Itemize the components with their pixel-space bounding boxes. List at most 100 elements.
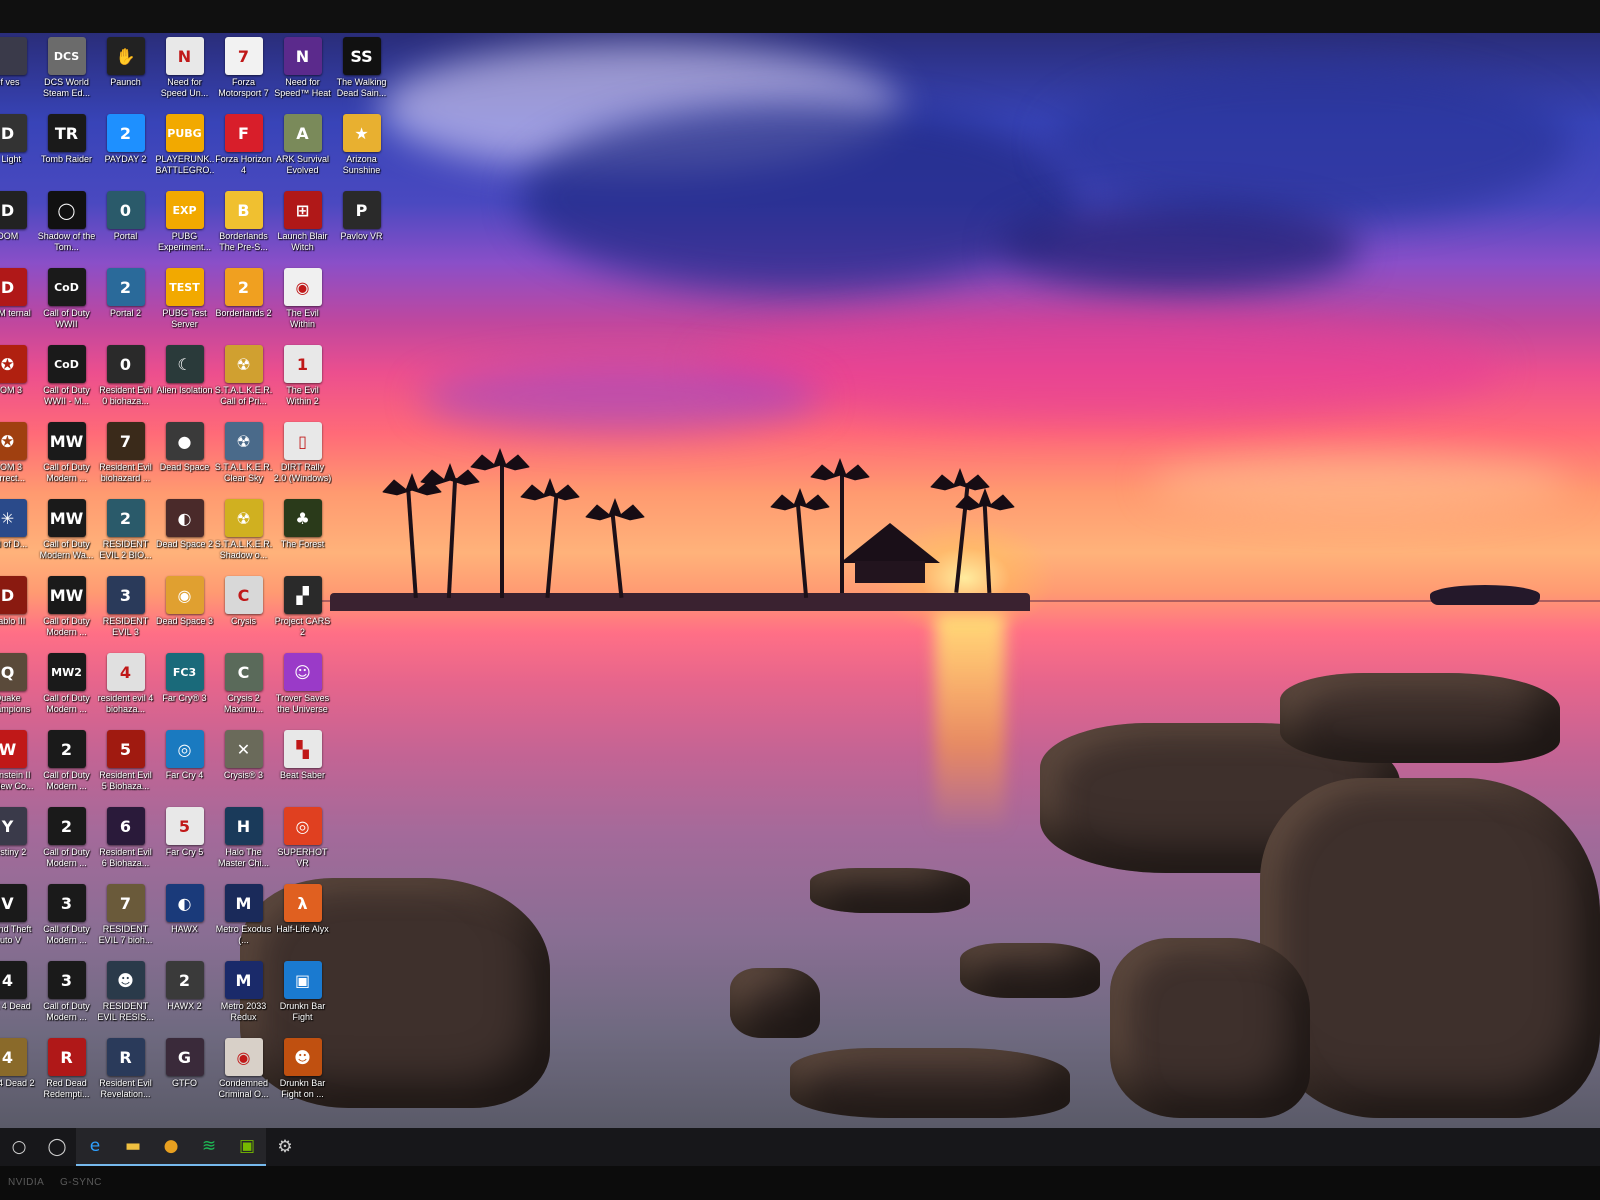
desktop-icon[interactable]: ◎ SUPERHOT VR — [273, 803, 332, 880]
desktop-icon[interactable]: 2 Call of Duty Modern ... — [37, 726, 96, 803]
desktop-icon[interactable]: 2 PAYDAY 2 — [96, 110, 155, 187]
desktop-icon[interactable]: ★ Arizona Sunshine — [332, 110, 391, 187]
desktop-icon[interactable]: D OOM ternal — [0, 264, 37, 341]
desktop-icon[interactable]: ▚ Beat Saber — [273, 726, 332, 803]
taskbar-spotify-button[interactable]: ≋ — [190, 1128, 228, 1166]
desktop-icon[interactable]: 7 Resident Evil biohazard ... — [96, 418, 155, 495]
desktop-icon[interactable]: ◉ Dead Space 3 — [155, 572, 214, 649]
desktop-icon[interactable]: F Forza Horizon 4 — [214, 110, 273, 187]
desktop-icon[interactable]: 0 Resident Evil 0 biohaza... — [96, 341, 155, 418]
taskbar-edge-button[interactable]: e — [76, 1128, 114, 1166]
desktop-icon[interactable]: ◎ Far Cry 4 — [155, 726, 214, 803]
desktop-icon[interactable]: ☻ RESIDENT EVIL RESIS... — [96, 957, 155, 1034]
taskbar-file-explorer-button[interactable]: ▬ — [114, 1128, 152, 1166]
desktop-icon[interactable]: R Red Dead Redempti... — [37, 1034, 96, 1111]
desktop-icon[interactable]: C Crysis — [214, 572, 273, 649]
desktop-icon[interactable]: CoD Call of Duty WWII - M... — [37, 341, 96, 418]
rock — [960, 943, 1100, 998]
desktop-icon[interactable]: 3 Call of Duty Modern ... — [37, 880, 96, 957]
desktop-icon[interactable]: 7 Forza Motorsport 7 — [214, 33, 273, 110]
desktop-icon[interactable]: TR Tomb Raider — [37, 110, 96, 187]
desktop-icon[interactable]: N Need for Speed™ Heat — [273, 33, 332, 110]
desktop-icon[interactable]: MW Call of Duty Modern Wa... — [37, 495, 96, 572]
desktop-icon[interactable]: ♣ The Forest — [273, 495, 332, 572]
desktop-icon[interactable]: 4 resident evil 4 biohaza... — [96, 649, 155, 726]
desktop-icon[interactable]: ▯ DIRT Rally 2.0 (Windows) — [273, 418, 332, 495]
desktop-icon[interactable]: ● Dead Space — [155, 418, 214, 495]
taskbar-start-button[interactable]: ○ — [0, 1128, 38, 1166]
desktop-icon[interactable]: Y Destiny 2 — [0, 803, 37, 880]
desktop-icon[interactable]: ▣ Drunkn Bar Fight — [273, 957, 332, 1034]
desktop-icon[interactable]: P Pavlov VR — [332, 187, 391, 264]
desktop-icon[interactable]: ✪OOM 3 surrect... — [0, 418, 37, 495]
taskbar-settings-button[interactable]: ⚙ — [266, 1128, 304, 1166]
desktop-icon[interactable]: A ARK Survival Evolved — [273, 110, 332, 187]
desktop-icon[interactable]: MW2 Call of Duty Modern ... — [37, 649, 96, 726]
desktop-icon[interactable]: 2 Borderlands 2 — [214, 264, 273, 341]
desktop-icon[interactable]: VGrand Theft Auto V — [0, 880, 37, 957]
desktop-icon[interactable]: PUBG PLAYERUNK... BATTLEGRO... — [155, 110, 214, 187]
desktop-icon[interactable]: ⊞ Launch Blair Witch — [273, 187, 332, 264]
desktop-icon-label: Paunch — [110, 77, 141, 87]
desktop-icon[interactable]: D Diablo III — [0, 572, 37, 649]
desktop-icon[interactable]: B Borderlands The Pre-S... — [214, 187, 273, 264]
desktop-icon[interactable]: FC3 Far Cry® 3 — [155, 649, 214, 726]
desktop-icon[interactable]: ◐ Dead Space 2 — [155, 495, 214, 572]
desktop-icon[interactable]: ◐ HAWX — [155, 880, 214, 957]
desktop-icon[interactable]: ☾ Alien Isolation — [155, 341, 214, 418]
desktop-icon[interactable]: 4 Left 4 Dead — [0, 957, 37, 1034]
desktop-icon[interactable]: M Metro 2033 Redux — [214, 957, 273, 1034]
app-icon: ▞ — [283, 576, 322, 614]
desktop-icon[interactable]: ◉ Condemned Criminal O... — [214, 1034, 273, 1111]
desktop-icon[interactable]: ✋ Paunch — [96, 33, 155, 110]
desktop-icon[interactable]: 3 Call of Duty Modern ... — [37, 957, 96, 1034]
desktop-icon[interactable]: R Resident Evil Revelation... — [96, 1034, 155, 1111]
desktop-icon[interactable]: QQuake Champions — [0, 649, 37, 726]
taskbar-chrome-button[interactable]: ● — [152, 1128, 190, 1166]
desktop-icon[interactable]: Wolfenstein II he New Co... — [0, 726, 37, 803]
desktop-icon[interactable]: 2 RESIDENT EVIL 2 BIO... — [96, 495, 155, 572]
desktop-icon[interactable]: λ Half-Life Alyx — [273, 880, 332, 957]
desktop-icon[interactable]: G GTFO — [155, 1034, 214, 1111]
desktop-icon[interactable]: ☻ Drunkn Bar Fight on ... — [273, 1034, 332, 1111]
desktop-icon[interactable]: 1 The Evil Within 2 — [273, 341, 332, 418]
app-icon: 2 — [106, 499, 145, 537]
desktop-icon[interactable]: ◉ The Evil Within — [273, 264, 332, 341]
desktop-icon[interactable]: ☺ Trover Saves the Universe — [273, 649, 332, 726]
desktop-icon[interactable]: 5 Resident Evil 5 Biohaza... — [96, 726, 155, 803]
desktop-icon[interactable]: ☢ S.T.A.L.K.E.R. Call of Pri... — [214, 341, 273, 418]
desktop-icon[interactable]: M Metro Exodus (... — [214, 880, 273, 957]
app-icon: ☻ — [106, 961, 145, 999]
taskbar-search-button[interactable]: ◯ — [38, 1128, 76, 1166]
desktop-icon[interactable]: 2 HAWX 2 — [155, 957, 214, 1034]
desktop-icon[interactable]: 0 Portal — [96, 187, 155, 264]
desktop-icon[interactable]: DCS DCS World Steam Ed... — [37, 33, 96, 110]
desktop-icon[interactable]: of ves — [0, 33, 37, 110]
desktop-icon[interactable]: 7 RESIDENT EVIL 7 bioh... — [96, 880, 155, 957]
desktop-icon[interactable]: EXP PUBG Experiment... — [155, 187, 214, 264]
desktop-icon[interactable]: 2 Portal 2 — [96, 264, 155, 341]
desktop-icon[interactable]: ▞ Project CARS 2 — [273, 572, 332, 649]
desktop-icon[interactable]: ✕ Crysis® 3 — [214, 726, 273, 803]
desktop-icon[interactable]: 4 Left 4 Dead 2 — [0, 1034, 37, 1111]
desktop-icon[interactable]: ✳ ord of D... — [0, 495, 37, 572]
desktop-icon[interactable]: TEST PUBG Test Server — [155, 264, 214, 341]
desktop-icon[interactable]: 2 Call of Duty Modern ... — [37, 803, 96, 880]
desktop-icon[interactable]: 6 Resident Evil 6 Biohaza... — [96, 803, 155, 880]
desktop-icon[interactable]: ☢ S.T.A.L.K.E.R. Shadow o... — [214, 495, 273, 572]
desktop-icon[interactable]: 5 Far Cry 5 — [155, 803, 214, 880]
desktop-icon[interactable]: ◯ Shadow of the Tom... — [37, 187, 96, 264]
desktop-icon[interactable]: H Halo The Master Chi... — [214, 803, 273, 880]
desktop-icon[interactable]: D OOM — [0, 187, 37, 264]
taskbar-nvidia-button[interactable]: ▣ — [228, 1128, 266, 1166]
desktop-icon[interactable]: MW Call of Duty Modern ... — [37, 418, 96, 495]
desktop-icon[interactable]: ☢ S.T.A.L.K.E.R. Clear Sky — [214, 418, 273, 495]
desktop-icon[interactable]: MW Call of Duty Modern ... — [37, 572, 96, 649]
desktop-icon[interactable]: N Need for Speed Un... — [155, 33, 214, 110]
desktop-icon[interactable]: Dg Light — [0, 110, 37, 187]
desktop-icon[interactable]: 3 RESIDENT EVIL 3 — [96, 572, 155, 649]
desktop-icon[interactable]: CoD Call of Duty WWII — [37, 264, 96, 341]
desktop-icon[interactable]: SS The Walking Dead Sain... — [332, 33, 391, 110]
desktop-icon[interactable]: C Crysis 2 Maximu... — [214, 649, 273, 726]
desktop-icon[interactable]: ✪ OOM 3 — [0, 341, 37, 418]
